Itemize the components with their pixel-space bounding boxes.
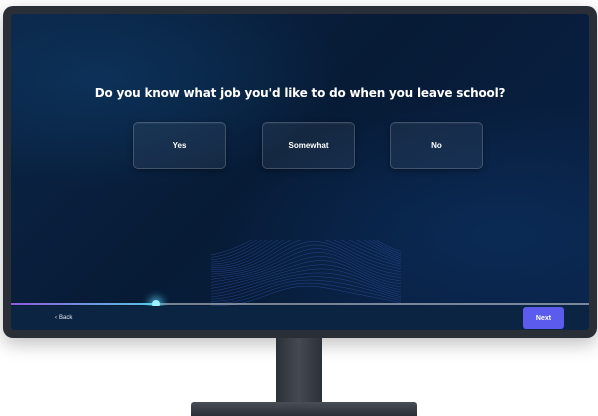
option-somewhat-button[interactable]: Somewhat — [262, 122, 355, 169]
back-label: Back — [59, 315, 73, 321]
progress-fill — [11, 303, 156, 305]
option-label: Somewhat — [288, 141, 329, 150]
answer-options: Yes Somewhat No — [133, 122, 485, 170]
option-label: Yes — [172, 141, 187, 150]
monitor-frame: Do you know what job you'd like to do wh… — [3, 6, 597, 338]
next-label: Next — [535, 314, 552, 322]
monitor-stand-neck — [276, 338, 322, 404]
monitor-stand-base — [191, 402, 417, 416]
next-button[interactable]: Next — [523, 307, 564, 329]
wave-line — [211, 240, 401, 267]
decorative-wave-graphic — [211, 240, 401, 306]
option-yes-button[interactable]: Yes — [133, 122, 226, 169]
footer-bar: ‹ Back Next — [11, 306, 589, 330]
option-no-button[interactable]: No — [390, 122, 483, 169]
back-button[interactable]: ‹ Back — [55, 306, 72, 330]
chevron-left-icon: ‹ — [55, 315, 57, 321]
wave-line — [211, 240, 401, 258]
app-screen: Do you know what job you'd like to do wh… — [11, 14, 589, 330]
progress-track — [11, 300, 589, 308]
wave-line — [211, 260, 401, 289]
option-label: No — [431, 141, 442, 150]
wave-line — [211, 268, 401, 295]
wave-line — [211, 252, 401, 283]
question-text: Do you know what job you'd like to do wh… — [94, 86, 506, 100]
